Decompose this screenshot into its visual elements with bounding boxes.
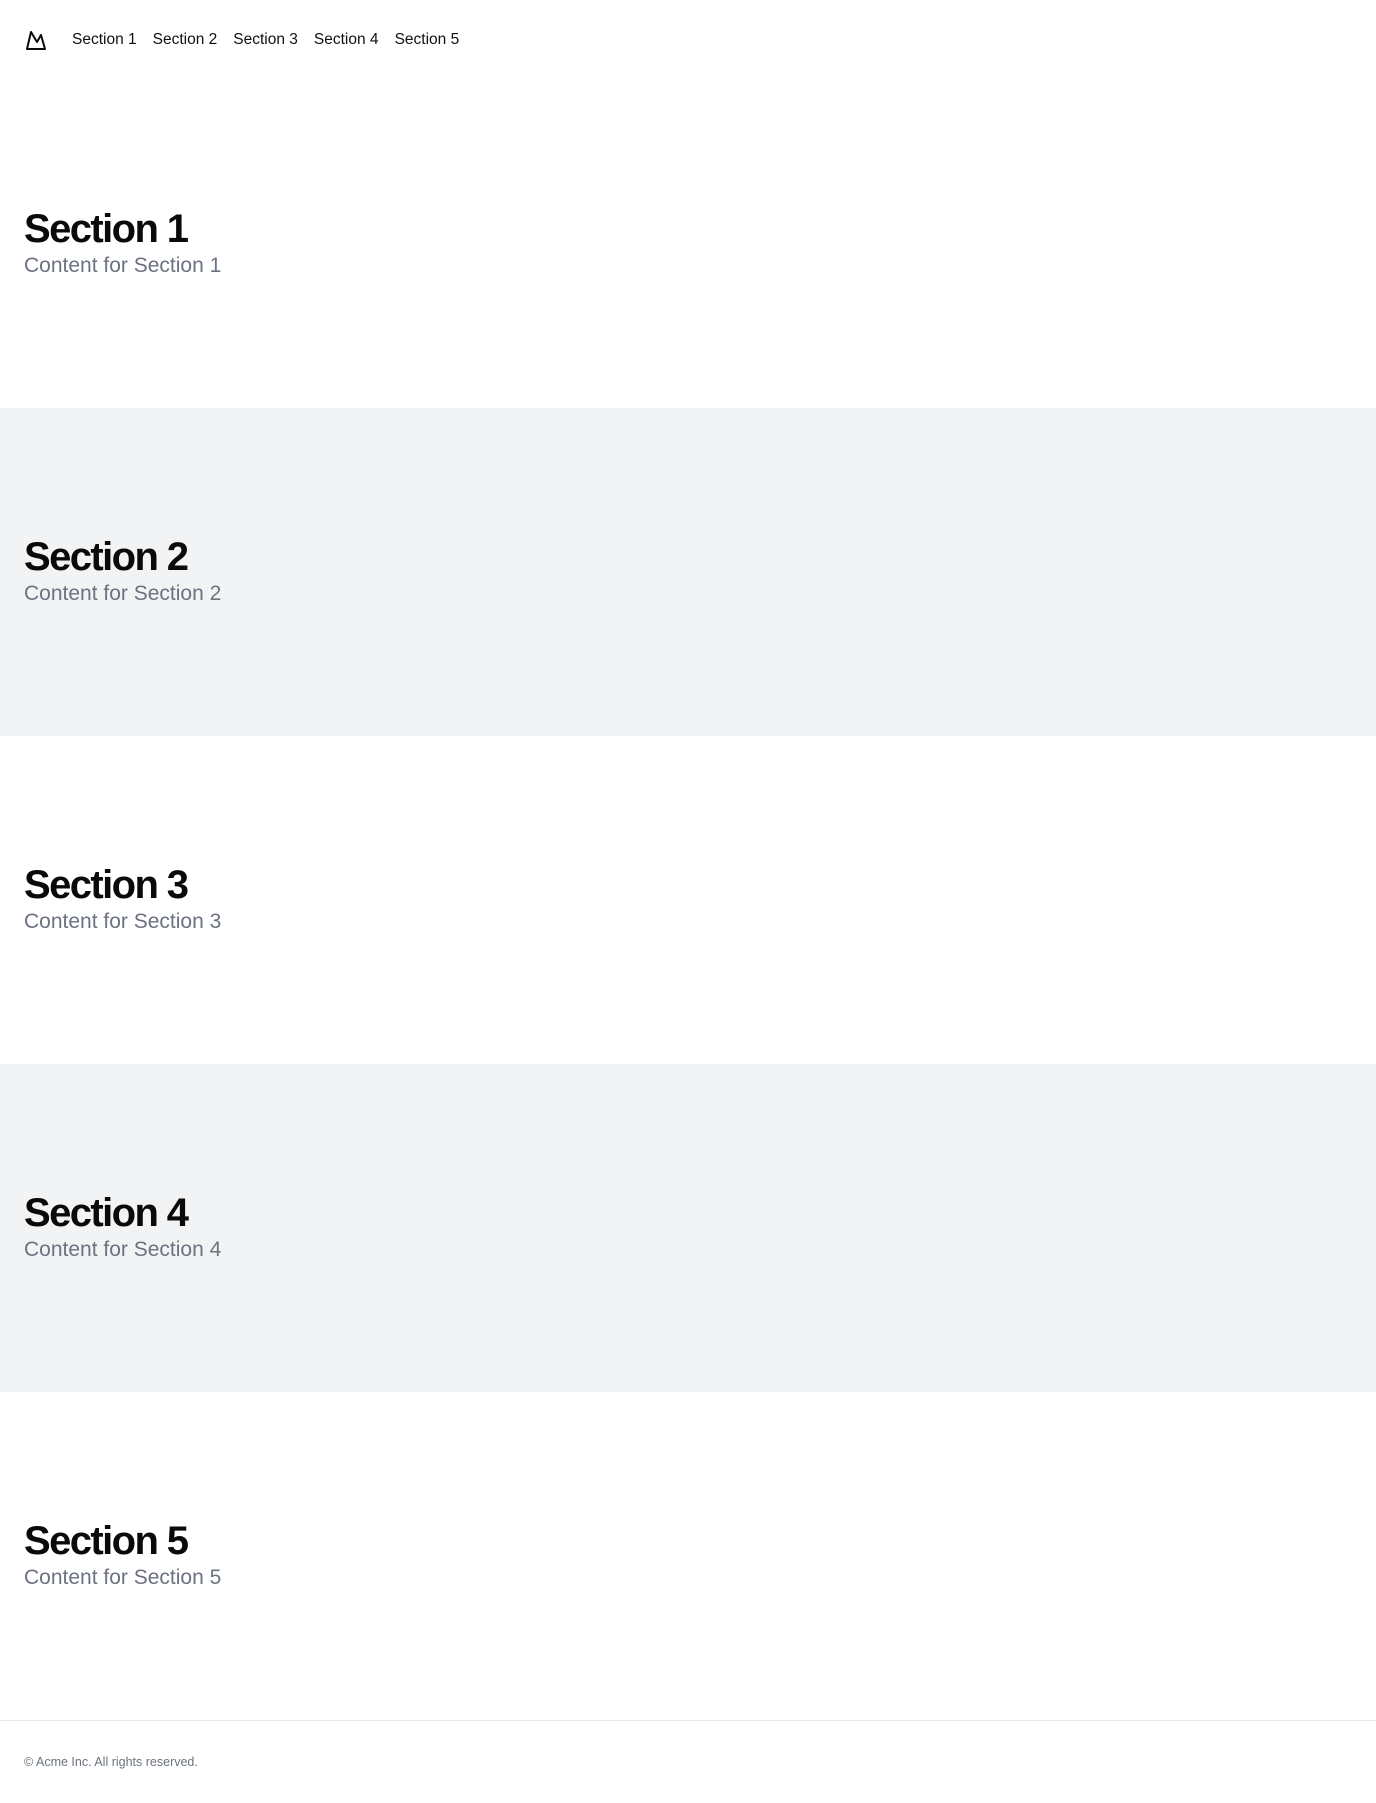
section-title: Section 1 bbox=[24, 207, 189, 251]
nav-link-section-3[interactable]: Section 3 bbox=[233, 31, 298, 49]
section-content: Content for Section 5 bbox=[24, 1566, 222, 1589]
section-title: Section 5 bbox=[24, 1519, 189, 1563]
main-nav: Section 1 Section 2 Section 3 Section 4 … bbox=[72, 31, 459, 49]
nav-link-section-4[interactable]: Section 4 bbox=[314, 31, 379, 49]
section-content: Content for Section 3 bbox=[24, 910, 222, 933]
section-3: Section 3 Content for Section 3 bbox=[0, 736, 1376, 1064]
mountain-icon[interactable] bbox=[24, 28, 48, 52]
section-4: Section 4 Content for Section 4 bbox=[0, 1064, 1376, 1392]
section-content: Content for Section 1 bbox=[24, 254, 222, 277]
nav-link-section-2[interactable]: Section 2 bbox=[153, 31, 218, 49]
copyright-text: © Acme Inc. All rights reserved. bbox=[24, 1755, 198, 1769]
section-2: Section 2 Content for Section 2 bbox=[0, 408, 1376, 736]
nav-link-section-5[interactable]: Section 5 bbox=[395, 31, 460, 49]
site-footer: © Acme Inc. All rights reserved. bbox=[0, 1720, 1376, 1803]
section-5: Section 5 Content for Section 5 bbox=[0, 1392, 1376, 1720]
section-title: Section 3 bbox=[24, 863, 189, 907]
section-content: Content for Section 4 bbox=[24, 1238, 222, 1261]
main-content: Section 1 Content for Section 1 Section … bbox=[0, 80, 1376, 1720]
site-header: Section 1 Section 2 Section 3 Section 4 … bbox=[0, 0, 1376, 80]
nav-link-section-1[interactable]: Section 1 bbox=[72, 31, 137, 49]
section-content: Content for Section 2 bbox=[24, 582, 222, 605]
section-title: Section 2 bbox=[24, 535, 189, 579]
section-title: Section 4 bbox=[24, 1191, 189, 1235]
section-1: Section 1 Content for Section 1 bbox=[0, 80, 1376, 408]
